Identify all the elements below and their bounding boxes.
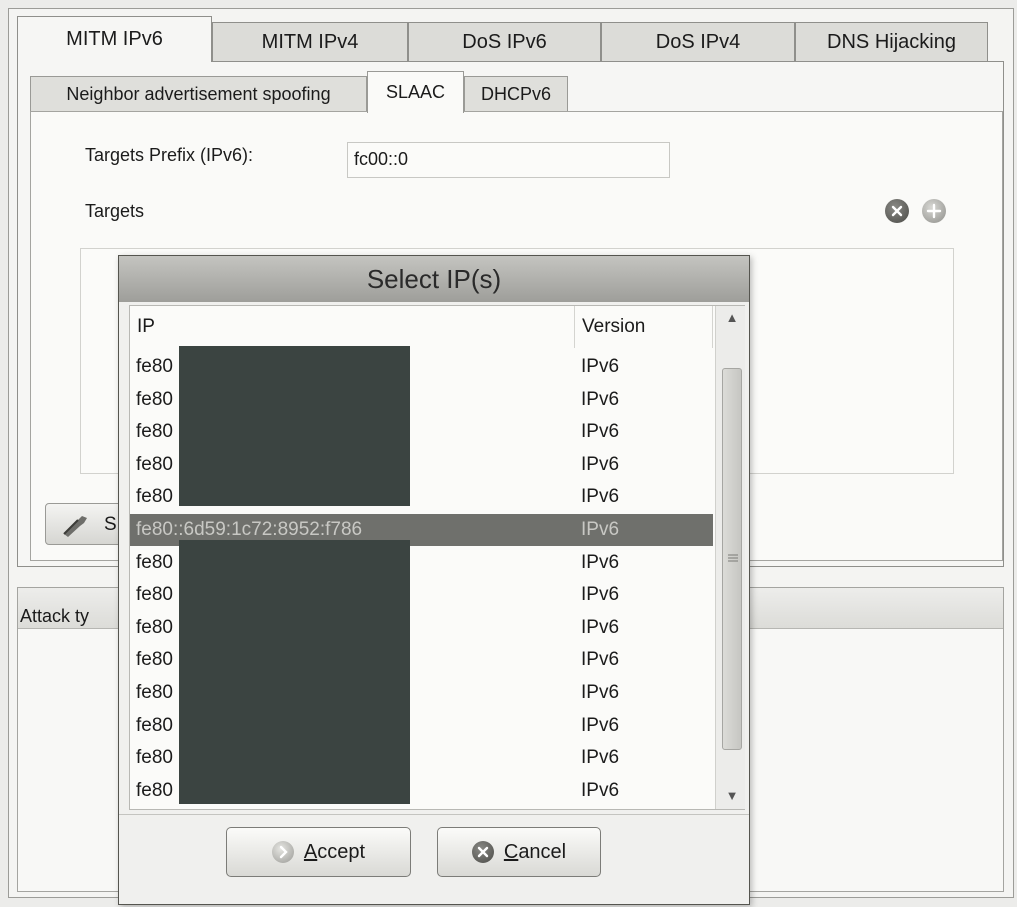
tab-mitm-ipv4[interactable]: MITM IPv4: [212, 22, 408, 62]
ip-cell: fe80: [136, 682, 173, 703]
accept-label: Accept: [303, 840, 366, 863]
targets-label: Targets: [85, 201, 145, 221]
ip-cell: fe80: [136, 356, 173, 377]
redaction-block: [179, 540, 410, 804]
cancel-label: Cancel: [503, 840, 567, 863]
version-cell: IPv6: [581, 714, 620, 736]
tab-dos-ipv4[interactable]: DoS IPv4: [601, 22, 795, 62]
version-cell: IPv6: [581, 551, 620, 573]
ip-cell: fe80: [136, 388, 173, 410]
ip-cell: fe80: [136, 616, 173, 638]
version-cell: IPv6: [581, 421, 620, 443]
tab-slaac[interactable]: SLAAC: [367, 71, 464, 113]
ip-cell: fe80: [136, 649, 173, 671]
version-cell: IPv6: [581, 682, 620, 703]
version-cell: IPv6: [581, 486, 620, 508]
version-cell: IPv6: [581, 616, 620, 638]
remove-circle-icon[interactable]: [885, 199, 909, 223]
tab-dhcpv6[interactable]: DHCPv6: [464, 76, 568, 112]
ip-cell: fe80: [136, 421, 173, 443]
scan-button-label: S: [104, 514, 117, 535]
dialog-footer-separator: [119, 814, 749, 815]
version-cell: IPv6: [581, 356, 620, 377]
tab-mitm-ipv6[interactable]: MITM IPv6: [17, 16, 212, 62]
ip-cell: fe80: [136, 747, 173, 769]
accept-button[interactable]: Accept: [226, 827, 411, 877]
tab-dos-ipv6[interactable]: DoS IPv6: [408, 22, 601, 62]
version-cell: IPv6: [581, 584, 620, 606]
add-circle-icon[interactable]: [922, 199, 946, 223]
column-header-version[interactable]: Version: [575, 306, 713, 348]
cancel-circle-icon: [471, 841, 494, 863]
version-cell: IPv6: [581, 747, 620, 769]
cancel-button[interactable]: Cancel: [437, 827, 601, 877]
ip-cell: fe80: [136, 714, 173, 736]
scroll-thumb[interactable]: [722, 368, 742, 750]
tab-dns-hijacking[interactable]: DNS Hijacking: [795, 22, 988, 62]
version-cell: IPv6: [581, 453, 620, 475]
ip-cell: fe80: [136, 584, 173, 606]
prefix-input[interactable]: fc00::0: [347, 142, 670, 178]
ip-cell: fe80::6d59:1c72:8952:f786: [136, 519, 363, 540]
ip-cell: fe80: [136, 779, 173, 801]
accept-circle-icon: [271, 841, 294, 863]
version-cell: IPv6: [581, 649, 620, 671]
scroll-up-icon[interactable]: ▲: [722, 310, 742, 325]
ip-cell: fe80: [136, 551, 173, 573]
version-cell: IPv6: [581, 519, 620, 540]
ip-cell: fe80: [136, 453, 173, 475]
dialog-title: Select IP(s): [119, 256, 749, 302]
tab-neighbor-advertisement-spoofing[interactable]: Neighbor advertisement spoofing: [30, 76, 367, 112]
attack-type-label: Attack ty: [20, 606, 90, 626]
wrench-icon: [63, 516, 87, 537]
version-cell: IPv6: [581, 779, 620, 801]
version-cell: IPv6: [581, 388, 620, 410]
prefix-label: Targets Prefix (IPv6):: [85, 145, 254, 165]
ip-cell: fe80: [136, 486, 173, 508]
redaction-block: [179, 346, 410, 506]
column-header-ip[interactable]: IP: [130, 306, 575, 348]
scroll-down-icon[interactable]: ▼: [722, 788, 742, 803]
